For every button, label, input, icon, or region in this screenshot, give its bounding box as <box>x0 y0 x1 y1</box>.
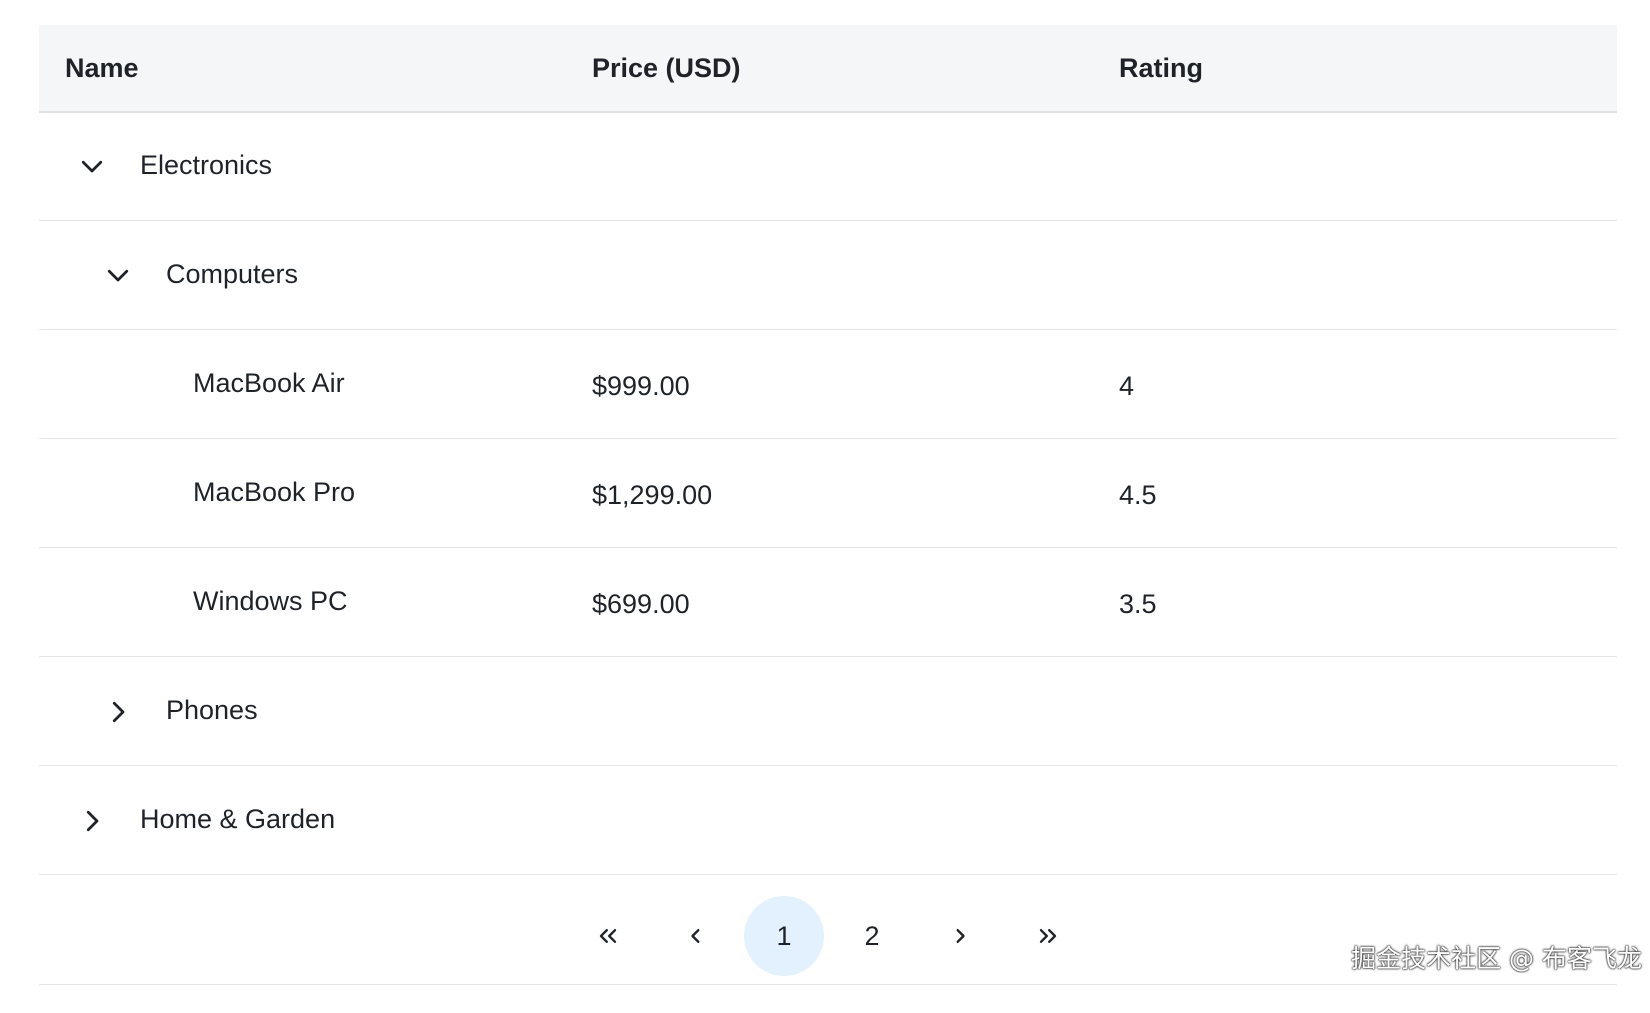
table-header: Name Price (USD) Rating <box>39 25 1617 113</box>
double-chevron-left-icon <box>599 929 617 943</box>
row-price: $699.00 <box>592 589 690 619</box>
chevron-right-icon[interactable] <box>77 806 107 836</box>
column-header-rating[interactable]: Rating <box>1119 25 1203 111</box>
double-chevron-right-icon <box>1039 929 1057 943</box>
row-rating: 4.5 <box>1119 480 1157 510</box>
chevron-left-icon <box>691 929 700 943</box>
table-row-phones[interactable]: Phones <box>39 656 1617 766</box>
watermark: 掘金技术社区 @ 布客飞龙 <box>1351 944 1642 973</box>
chevron-down-icon[interactable] <box>103 260 133 290</box>
row-name: Phones <box>166 695 258 725</box>
row-rating: 4 <box>1119 371 1135 401</box>
page-button-1[interactable]: 1 <box>744 896 824 976</box>
tree-table: Name Price (USD) Rating Electronics Comp… <box>39 25 1617 985</box>
table-row-macbook-pro[interactable]: MacBook Pro $1,299.00 4.5 <box>39 438 1617 548</box>
column-header-name[interactable]: Name <box>65 25 139 111</box>
row-name: MacBook Air <box>193 368 345 398</box>
chevron-down-icon[interactable] <box>77 151 107 181</box>
chevron-right-icon[interactable] <box>103 697 133 727</box>
last-page-button[interactable] <box>1008 896 1088 976</box>
chevron-right-icon <box>956 929 965 943</box>
row-rating: 3.5 <box>1119 589 1157 619</box>
table-row-macbook-air[interactable]: MacBook Air $999.00 4 <box>39 329 1617 439</box>
table-row-computers[interactable]: Computers <box>39 220 1617 330</box>
table-row-windows-pc[interactable]: Windows PC $699.00 3.5 <box>39 547 1617 657</box>
page-button-2[interactable]: 2 <box>832 896 912 976</box>
row-price: $1,299.00 <box>592 480 713 510</box>
row-price: $999.00 <box>592 371 690 401</box>
table-row-electronics[interactable]: Electronics <box>39 111 1617 221</box>
row-name: Electronics <box>140 150 273 180</box>
row-name: Computers <box>166 259 299 289</box>
first-page-button[interactable] <box>568 896 648 976</box>
next-page-button[interactable] <box>920 896 1000 976</box>
table-row-home-garden[interactable]: Home & Garden <box>39 765 1617 875</box>
row-name: Home & Garden <box>140 804 336 834</box>
previous-page-button[interactable] <box>656 896 736 976</box>
row-name: MacBook Pro <box>193 477 356 507</box>
row-name: Windows PC <box>193 586 348 616</box>
column-header-price[interactable]: Price (USD) <box>592 25 741 111</box>
